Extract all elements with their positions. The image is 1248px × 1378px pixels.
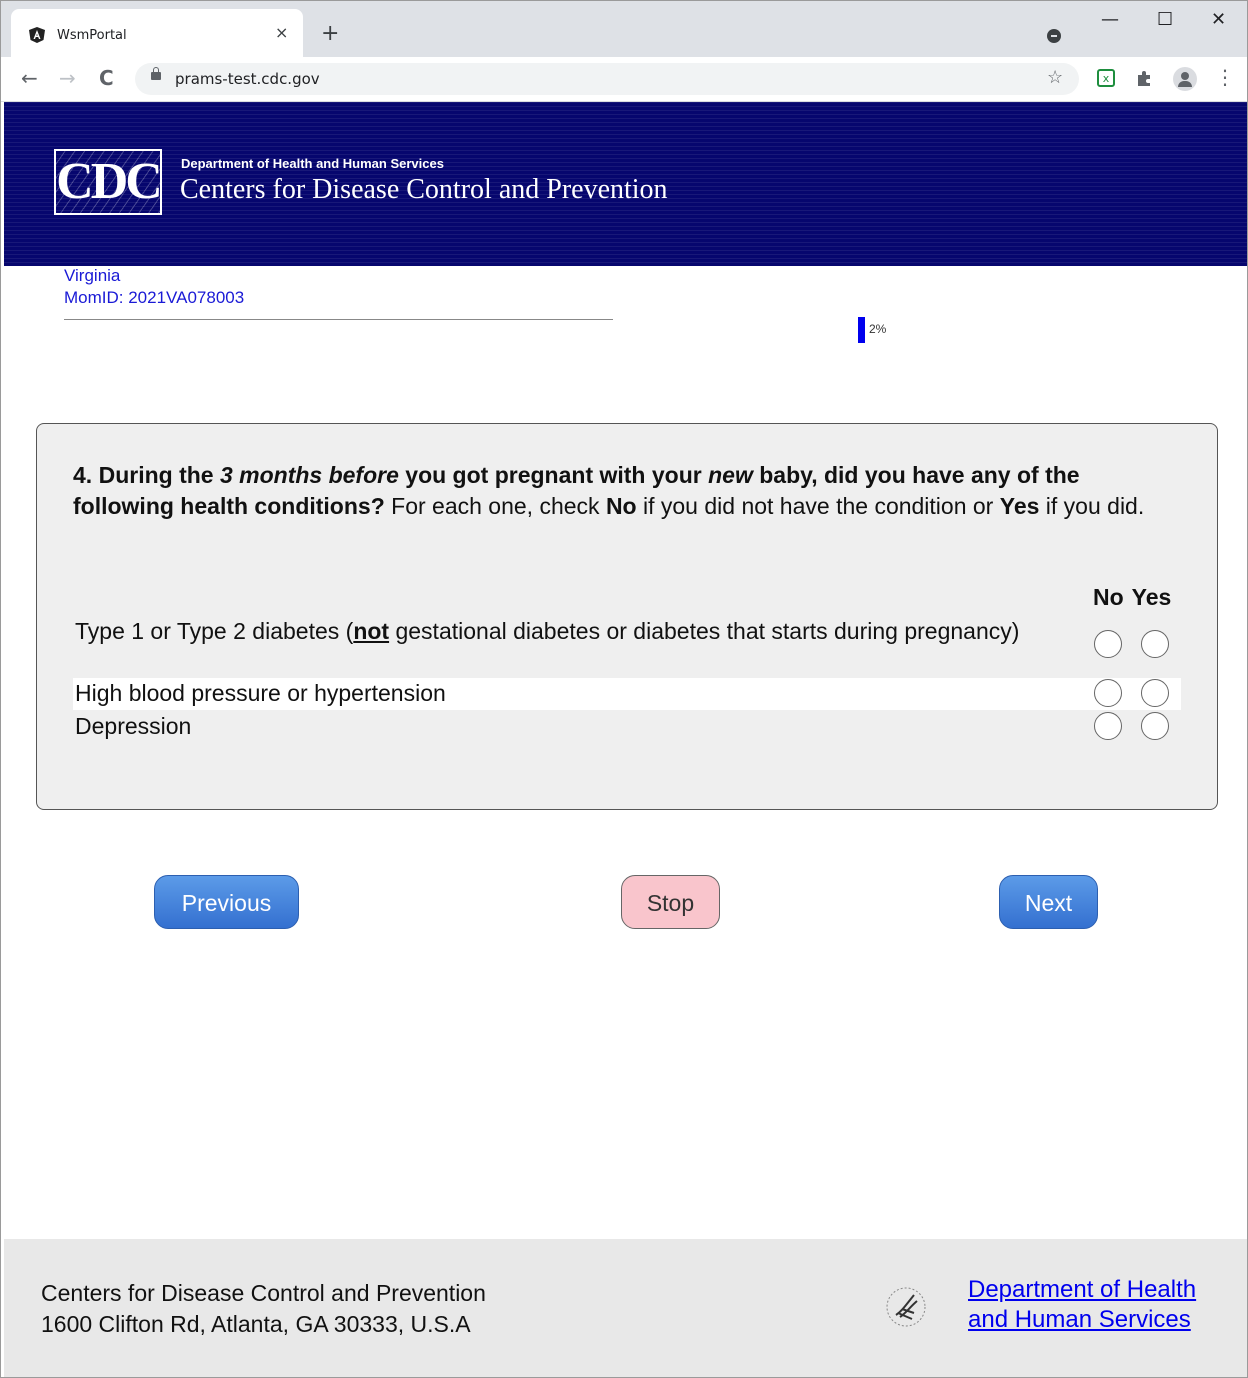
extensions-puzzle-icon[interactable] — [1135, 69, 1153, 87]
question-text: 4. During the 3 months before you got pr… — [73, 462, 1145, 519]
question-number: 4. — [73, 462, 93, 488]
bookmark-star-icon[interactable]: ☆ — [1047, 67, 1063, 88]
svg-text:x: x — [1103, 72, 1110, 85]
hhs-seal-icon — [886, 1287, 926, 1327]
mom-id-label: MomID: 2021VA078003 — [64, 288, 245, 307]
page-footer: Centers for Disease Control and Preventi… — [4, 1239, 1247, 1377]
cdc-header: CDC Department of Health and Human Servi… — [4, 102, 1247, 266]
condition-row-diabetes: Type 1 or Type 2 diabetes (not gestation… — [73, 616, 1181, 676]
condition-label: High blood pressure or hypertension — [75, 680, 446, 706]
footer-org-name: Centers for Disease Control and Preventi… — [41, 1280, 486, 1306]
footer-address: 1600 Clifton Rd, Atlanta, GA 30333, U.S.… — [41, 1311, 471, 1337]
browser-tab[interactable]: WsmPortal × — [11, 9, 303, 57]
forward-icon[interactable]: → — [59, 66, 76, 90]
next-button[interactable]: Next — [999, 875, 1098, 929]
agency-name: Centers for Disease Control and Preventi… — [180, 174, 668, 205]
tab-bar: WsmPortal × + — ☐ ✕ — [1, 1, 1247, 57]
back-icon[interactable]: ← — [21, 66, 38, 90]
browser-menu-icon[interactable]: ⋮ — [1215, 65, 1235, 89]
hypertension-no-radio[interactable] — [1094, 679, 1122, 707]
profile-avatar-icon[interactable] — [1173, 67, 1197, 91]
minimize-icon[interactable]: — — [1101, 9, 1119, 30]
answer-column-headers: No Yes — [1093, 584, 1179, 611]
stop-button[interactable]: Stop — [621, 875, 720, 929]
address-bar[interactable]: prams-test.cdc.gov ☆ — [135, 63, 1079, 95]
angular-icon — [29, 27, 45, 43]
hypertension-yes-radio[interactable] — [1141, 679, 1169, 707]
cdc-logo: CDC — [54, 149, 163, 215]
state-label: Virginia — [64, 266, 121, 285]
browser-window: WsmPortal × + — ☐ ✕ ← → C prams-test.cdc… — [0, 0, 1248, 1378]
column-header-no: No — [1093, 584, 1124, 610]
url-text: prams-test.cdc.gov — [175, 70, 320, 88]
tab-search-icon[interactable] — [1047, 29, 1061, 43]
condition-label: Type 1 or Type 2 diabetes (not gestation… — [75, 618, 1020, 644]
new-tab-icon[interactable]: + — [321, 21, 339, 46]
condition-label: Depression — [75, 713, 192, 739]
condition-row-depression: Depression — [73, 711, 1181, 743]
tab-title: WsmPortal — [57, 28, 127, 43]
tab-close-icon[interactable]: × — [275, 23, 288, 42]
diabetes-yes-radio[interactable] — [1141, 630, 1169, 658]
progress-indicator: 2% — [858, 317, 1058, 343]
close-window-icon[interactable]: ✕ — [1211, 9, 1226, 30]
condition-row-hypertension: High blood pressure or hypertension — [73, 678, 1181, 710]
diabetes-no-radio[interactable] — [1094, 630, 1122, 658]
lock-icon[interactable] — [151, 67, 161, 80]
previous-button[interactable]: Previous — [154, 875, 299, 929]
reload-icon[interactable]: C — [99, 66, 114, 90]
column-header-yes: Yes — [1131, 584, 1172, 610]
department-name: Department of Health and Human Services — [181, 156, 444, 171]
depression-no-radio[interactable] — [1094, 712, 1122, 740]
depression-yes-radio[interactable] — [1141, 712, 1169, 740]
progress-bar-fill — [858, 317, 865, 343]
question-card: 4. During the 3 months before you got pr… — [36, 423, 1218, 810]
maximize-icon[interactable]: ☐ — [1157, 9, 1173, 30]
hhs-link[interactable]: Department of Health and Human Services — [968, 1275, 1196, 1335]
info-divider — [64, 319, 613, 320]
spreadsheet-extension-icon[interactable]: x — [1097, 69, 1115, 87]
progress-percent: 2% — [869, 322, 887, 336]
